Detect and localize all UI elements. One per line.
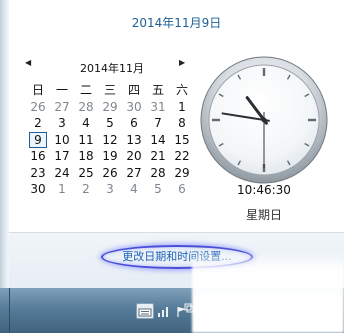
left-edge-strip <box>0 0 9 288</box>
calendar-day[interactable]: 2 <box>26 115 50 132</box>
calendar-day[interactable]: 2 <box>74 181 98 198</box>
full-date-header[interactable]: 2014年11月9日 <box>9 14 344 31</box>
weekday-label: 星期日 <box>245 208 282 222</box>
calendar-day[interactable]: 4 <box>122 181 146 198</box>
previous-month-arrow-icon[interactable]: ◀ <box>25 58 31 67</box>
calendar-day[interactable]: 18 <box>74 148 98 165</box>
calendar-day[interactable]: 26 <box>98 165 122 182</box>
next-month-arrow-icon[interactable]: ▶ <box>179 58 185 67</box>
calendar-day[interactable]: 27 <box>50 99 74 116</box>
calendar-grid: 日一二三四五六 26 27 28 29 30 31 1 2 3 4 5 6 7 8 9 10 11 12 13 14 15… <box>26 82 194 198</box>
calendar-day-today[interactable]: 9 <box>26 131 50 149</box>
calendar-day[interactable]: 7 <box>146 115 170 132</box>
analog-clock-face <box>200 56 328 184</box>
date-time-popup: 2014年11月9日 ◀ 2014年11月 ▶ 日一二三四五六 26 27 28 29 3… <box>9 0 344 232</box>
calendar-day[interactable]: 15 <box>170 132 194 149</box>
calendar-day[interactable]: 21 <box>146 148 170 165</box>
calendar-day[interactable]: 29 <box>98 99 122 116</box>
weekday-header: 一 <box>55 83 68 97</box>
calendar-day[interactable]: 11 <box>74 132 98 149</box>
calendar-day[interactable]: 16 <box>26 148 50 165</box>
calendar-day[interactable]: 14 <box>146 132 170 149</box>
calendar-day[interactable]: 5 <box>98 115 122 132</box>
calendar-day[interactable]: 27 <box>122 165 146 182</box>
calendar-day[interactable]: 30 <box>122 99 146 116</box>
calendar-day[interactable]: 4 <box>74 115 98 132</box>
calendar-day[interactable]: 10 <box>50 132 74 149</box>
weekday-header: 日 <box>31 83 44 97</box>
calendar-day[interactable]: 5 <box>146 181 170 198</box>
calendar-day[interactable]: 1 <box>50 181 74 198</box>
analog-clock <box>200 56 328 184</box>
calendar-day[interactable]: 13 <box>122 132 146 149</box>
calendar-day[interactable]: 24 <box>50 165 74 182</box>
calendar-day[interactable]: 31 <box>146 99 170 116</box>
weekday-header: 二 <box>79 83 92 97</box>
calendar-day[interactable]: 26 <box>26 99 50 116</box>
calendar-day[interactable]: 29 <box>170 165 194 182</box>
keyboard-icon[interactable] <box>136 303 154 319</box>
calendar-day[interactable]: 6 <box>122 115 146 132</box>
weekday-header: 六 <box>175 83 188 97</box>
blurred-region <box>192 251 344 333</box>
weekday-header: 三 <box>103 83 116 97</box>
calendar-day[interactable]: 3 <box>50 115 74 132</box>
calendar-day[interactable]: 28 <box>146 165 170 182</box>
calendar-day[interactable]: 25 <box>74 165 98 182</box>
network-icon[interactable] <box>157 303 171 317</box>
calendar-day[interactable]: 12 <box>98 132 122 149</box>
calendar-day[interactable]: 3 <box>98 181 122 198</box>
calendar-day[interactable]: 6 <box>170 181 194 198</box>
calendar-day[interactable]: 30 <box>26 181 50 198</box>
calendar-day[interactable]: 1 <box>170 99 194 116</box>
calendar-day[interactable]: 23 <box>26 165 50 182</box>
calendar-day[interactable]: 17 <box>50 148 74 165</box>
calendar-day[interactable]: 22 <box>170 148 194 165</box>
calendar-day[interactable]: 19 <box>98 148 122 165</box>
weekday-header: 五 <box>151 83 164 97</box>
calendar-day[interactable]: 8 <box>170 115 194 132</box>
weekday-header: 四 <box>127 83 140 97</box>
digital-time: 10:46:30 <box>237 183 291 197</box>
calendar-month-title[interactable]: 2014年11月 <box>49 60 175 76</box>
calendar-day[interactable]: 20 <box>122 148 146 165</box>
calendar-day[interactable]: 28 <box>74 99 98 116</box>
taskbar-divider <box>9 288 10 333</box>
